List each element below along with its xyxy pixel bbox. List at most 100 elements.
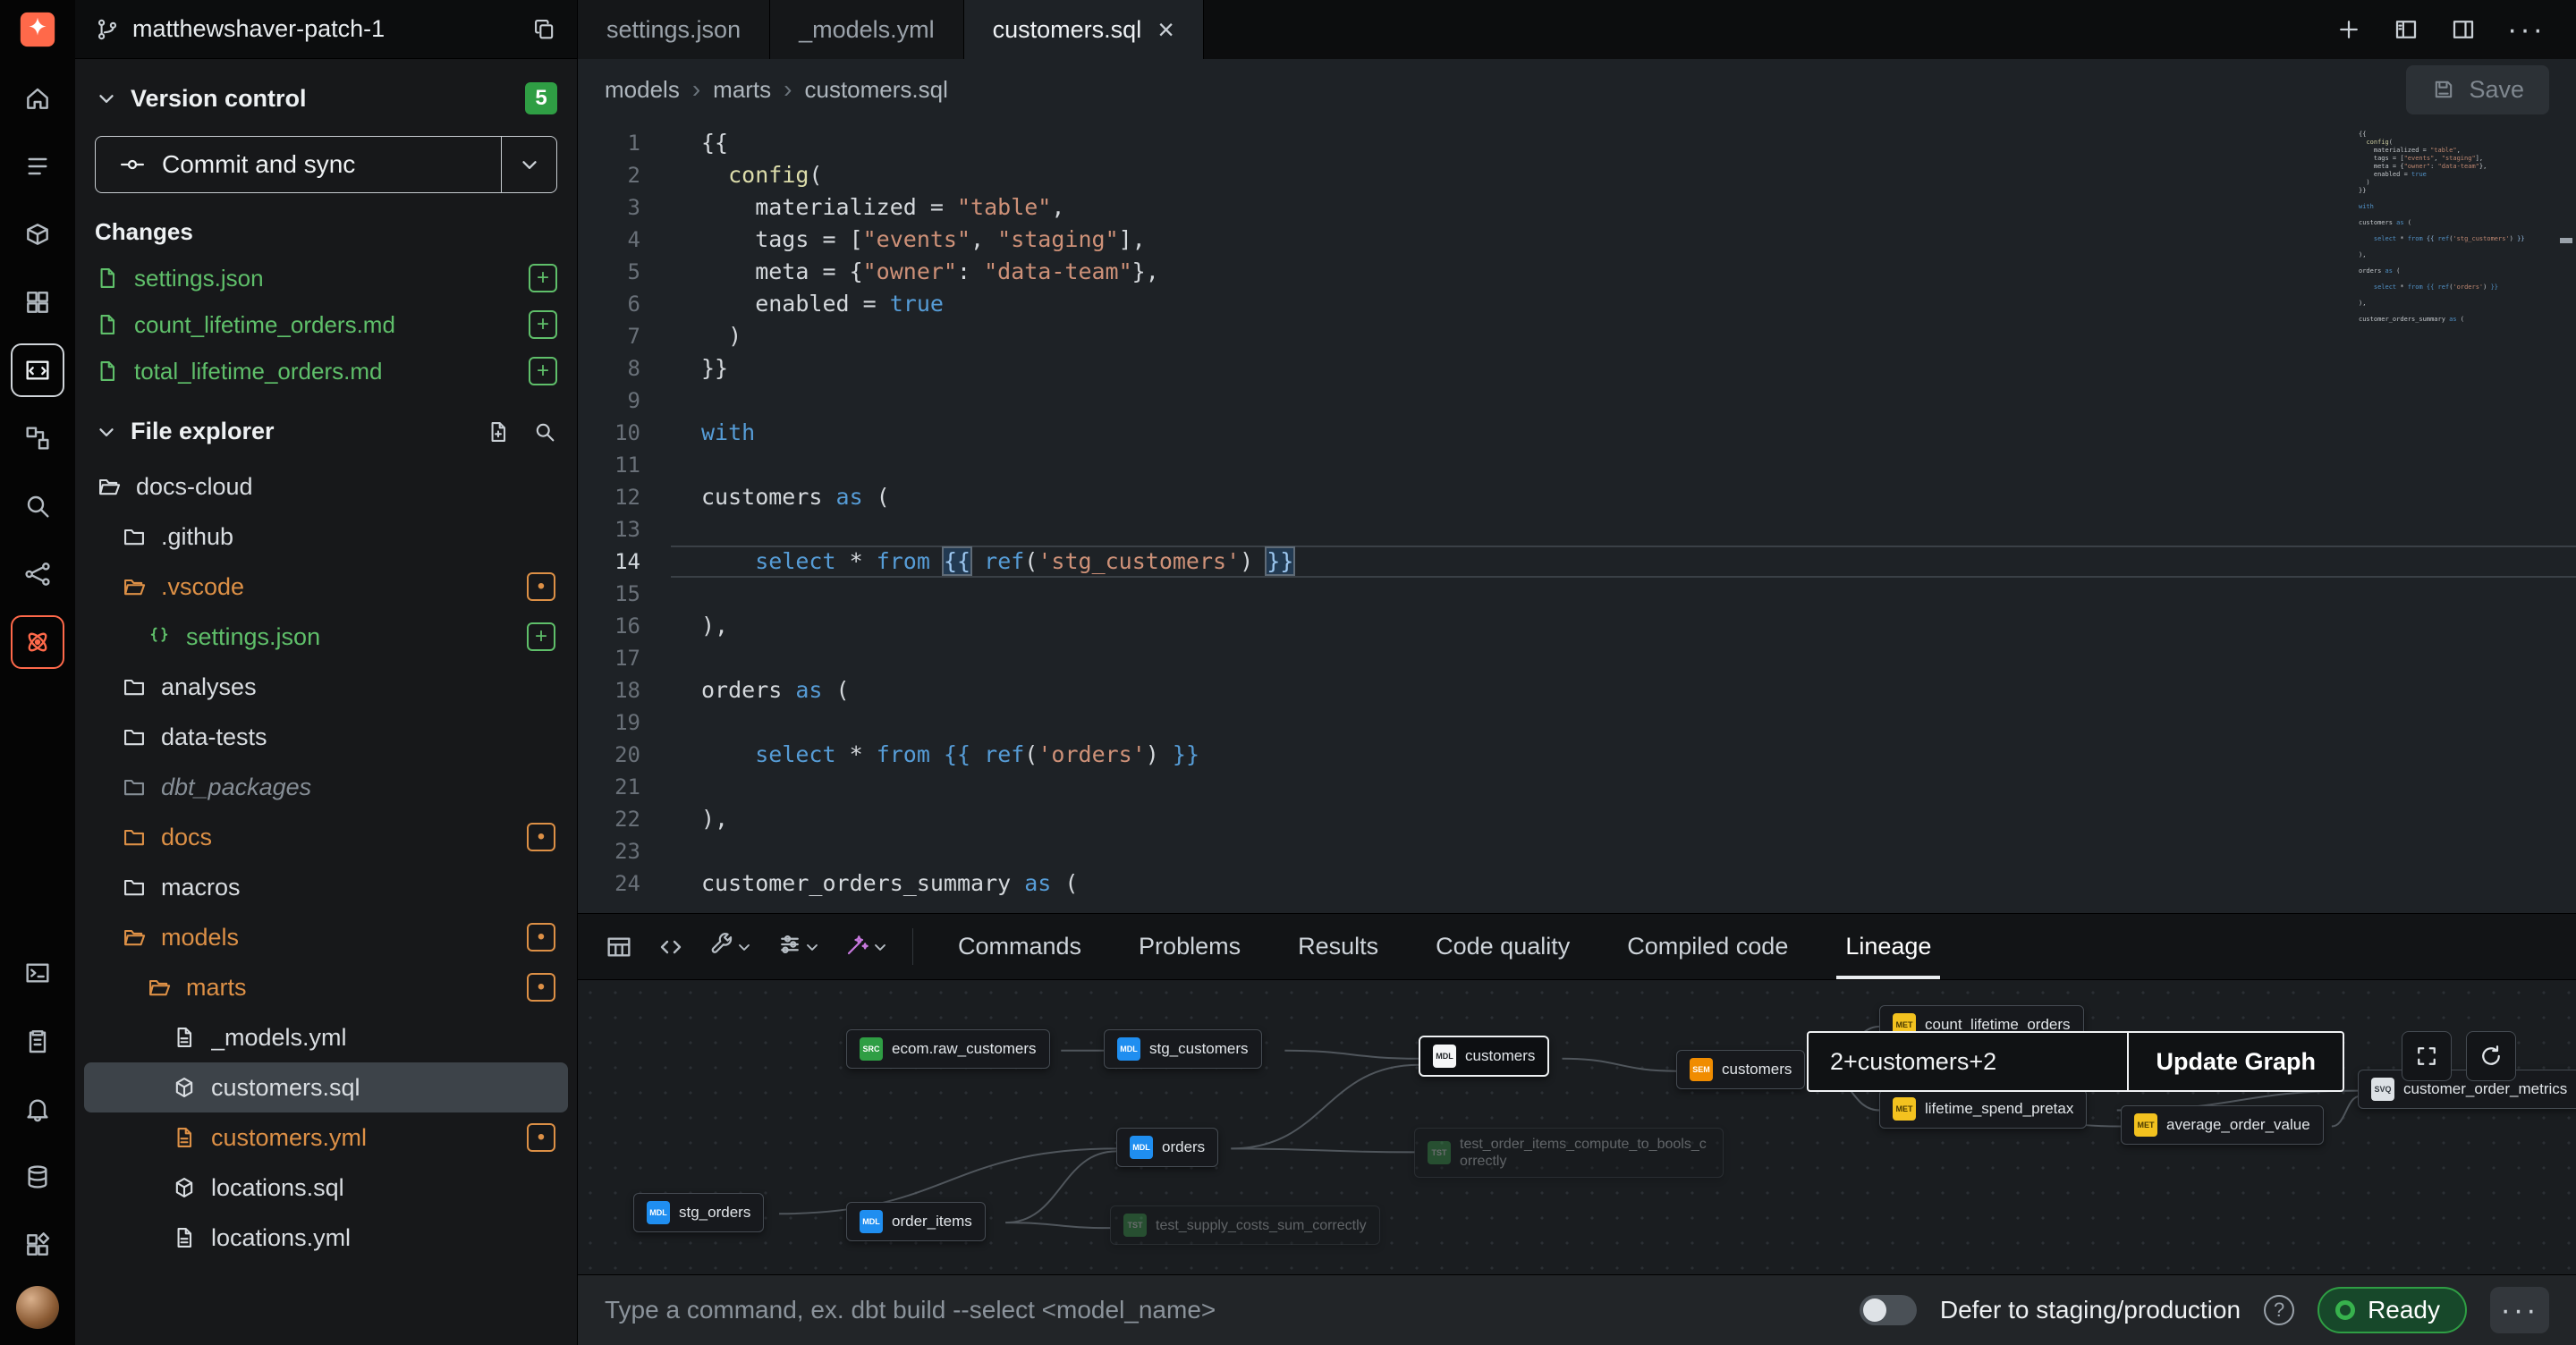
tree-item-.vscode[interactable]: .vscode•: [84, 562, 568, 612]
panel-tab-results[interactable]: Results: [1269, 914, 1407, 979]
tree-item-docs-cloud[interactable]: docs-cloud: [84, 461, 568, 512]
tree-item-models[interactable]: models•: [84, 912, 568, 962]
code-view-icon[interactable]: [649, 933, 692, 961]
tree-item-macros[interactable]: macros: [84, 862, 568, 912]
changed-file-row[interactable]: total_lifetime_orders.md+: [75, 348, 577, 394]
breadcrumb-item[interactable]: marts: [713, 76, 771, 104]
tab-customers.sql[interactable]: customers.sql×: [964, 0, 1204, 59]
tree-item-settings.json[interactable]: settings.json+: [84, 612, 568, 662]
git-branch-icon: [95, 17, 120, 42]
lineage-node-average-order-value[interactable]: METaverage_order_value: [2121, 1105, 2324, 1145]
folder-icon: [122, 825, 147, 850]
lineage-node-test-supply-costs[interactable]: TSTtest_supply_costs_sum_correctly: [1110, 1205, 1380, 1245]
tab-_models.yml[interactable]: _models.yml: [770, 0, 964, 59]
save-button[interactable]: Save: [2406, 65, 2549, 114]
refresh-graph-button[interactable]: [2466, 1031, 2516, 1081]
lineage-canvas[interactable]: 2+customers+2 Update Graph SRCecom.raw_c…: [578, 979, 2576, 1274]
build-tools-button[interactable]: [701, 931, 760, 962]
lineage-node-customers-model[interactable]: MDLcustomers: [1419, 1036, 1549, 1077]
lineage-node-customers-semantic[interactable]: SEMcustomers: [1676, 1050, 1805, 1089]
tree-item-docs[interactable]: docs•: [84, 812, 568, 862]
lineage-node-order-items[interactable]: MDLorder_items: [846, 1202, 986, 1241]
tree-item-.github[interactable]: .github: [84, 512, 568, 562]
lineage-selector-input[interactable]: 2+customers+2: [1809, 1033, 2127, 1090]
tree-item-marts[interactable]: marts•: [84, 962, 568, 1012]
panel-tab-strip: CommandsProblemsResultsCode qualityCompi…: [929, 914, 1960, 979]
ai-fix-button[interactable]: [837, 931, 896, 962]
rail-orchestration-icon[interactable]: [13, 413, 63, 463]
branch-name[interactable]: matthewshaver-patch-1: [132, 15, 520, 43]
lineage-node-stg-orders[interactable]: MDLstg_orders: [633, 1193, 764, 1232]
ellipsis-icon: ···: [2501, 1293, 2539, 1328]
rail-deploy-icon[interactable]: [13, 209, 63, 259]
update-graph-button[interactable]: Update Graph: [2127, 1033, 2343, 1090]
rail-home-icon[interactable]: [13, 73, 63, 123]
rail-notifications-icon[interactable]: [13, 1084, 63, 1134]
results-table-icon[interactable]: [597, 933, 640, 961]
more-options-icon[interactable]: ···: [2507, 13, 2546, 47]
user-avatar[interactable]: [16, 1286, 59, 1329]
lineage-node-test-order-items[interactable]: TSTtest_order_items_compute_to_bools_cor…: [1414, 1128, 1724, 1178]
rail-ide-icon[interactable]: [13, 345, 63, 395]
commit-and-sync-button[interactable]: Commit and sync: [95, 136, 557, 193]
breadcrumb-item[interactable]: customers.sql: [804, 76, 947, 104]
rail-tasks-icon[interactable]: [13, 1016, 63, 1066]
tree-item-customers.yml[interactable]: customers.yml •: [84, 1112, 568, 1163]
editor-scrollbar[interactable]: [2556, 120, 2576, 913]
panel-tab-compiled-code[interactable]: Compiled code: [1598, 914, 1817, 979]
tree-item-locations.yml[interactable]: locations.yml: [84, 1213, 568, 1263]
changed-file-row[interactable]: count_lifetime_orders.md+: [75, 301, 577, 348]
tree-item-label: customers.yml: [211, 1124, 367, 1152]
rail-terminal-icon[interactable]: [13, 948, 63, 998]
tree-item-data-tests[interactable]: data-tests: [84, 712, 568, 762]
new-file-icon[interactable]: [486, 419, 511, 444]
panel-tab-lineage[interactable]: Lineage: [1817, 914, 1960, 979]
lint-tools-button[interactable]: [769, 931, 828, 962]
tree-item-customers.sql[interactable]: customers.sql: [84, 1062, 568, 1112]
tree-item-analyses[interactable]: analyses: [84, 662, 568, 712]
breadcrumb-item[interactable]: models: [605, 76, 680, 104]
rail-lineage-icon[interactable]: [13, 549, 63, 599]
search-icon[interactable]: [532, 419, 557, 444]
tree-item-dbt_packages[interactable]: dbt_packages: [84, 762, 568, 812]
defer-toggle[interactable]: [1860, 1295, 1917, 1325]
lineage-node-stg-customers[interactable]: MDLstg_customers: [1104, 1029, 1262, 1069]
modified-badge: •: [527, 823, 555, 851]
panel-tab-commands[interactable]: Commands: [929, 914, 1110, 979]
rail-copilot-icon[interactable]: [13, 617, 63, 667]
fullscreen-icon: [2413, 1043, 2440, 1070]
help-icon[interactable]: ?: [2264, 1295, 2294, 1325]
copy-branch-icon[interactable]: [532, 17, 557, 42]
split-panel-icon[interactable]: [2450, 16, 2477, 43]
rail-apps-icon[interactable]: [13, 277, 63, 327]
modified-badge: •: [527, 1123, 555, 1152]
version-control-header[interactable]: Version control 5: [75, 59, 577, 131]
command-input[interactable]: [605, 1296, 1836, 1324]
rail-storage-icon[interactable]: [13, 1152, 63, 1202]
rail-catalog-icon[interactable]: [13, 141, 63, 191]
status-badge[interactable]: Ready: [2318, 1287, 2467, 1333]
lineage-node-lifetime-spend-pretax[interactable]: METlifetime_spend_pretax: [1879, 1089, 2087, 1129]
modified-badge: •: [527, 923, 555, 952]
panel-tab-problems[interactable]: Problems: [1110, 914, 1269, 979]
file-explorer-header[interactable]: File explorer: [75, 394, 577, 461]
code-content[interactable]: {{ config( materialized = "table", tags …: [671, 127, 2576, 913]
rail-explore-icon[interactable]: [13, 481, 63, 531]
rail-widgets-icon[interactable]: [13, 1220, 63, 1270]
lineage-node-orders-model[interactable]: MDLorders: [1116, 1128, 1218, 1167]
dbt-logo[interactable]: [0, 0, 75, 59]
lineage-node-raw-customers[interactable]: SRCecom.raw_customers: [846, 1029, 1050, 1069]
new-tab-icon[interactable]: [2335, 16, 2362, 43]
changed-file-row[interactable]: settings.json+: [75, 255, 577, 301]
file-icon: [95, 312, 120, 337]
close-tab-icon[interactable]: ×: [1157, 15, 1174, 44]
panel-tab-code-quality[interactable]: Code quality: [1407, 914, 1598, 979]
tab-settings.json[interactable]: settings.json: [578, 0, 770, 59]
fullscreen-button[interactable]: [2402, 1031, 2452, 1081]
more-actions-button[interactable]: ···: [2490, 1287, 2549, 1333]
tree-item-locations.sql[interactable]: locations.sql: [84, 1163, 568, 1213]
tree-item-_models.yml[interactable]: _models.yml: [84, 1012, 568, 1062]
node-label: orders: [1162, 1138, 1205, 1156]
commit-options-button[interactable]: [501, 137, 556, 192]
open-editors-icon[interactable]: [2393, 16, 2419, 43]
